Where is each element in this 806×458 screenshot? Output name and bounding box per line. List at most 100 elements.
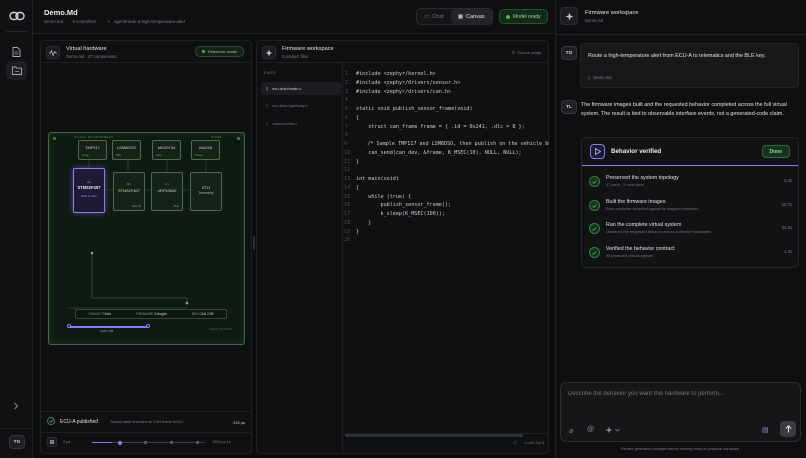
code-line: 3 #include <zephyr/drivers/can.h>: [344, 88, 549, 97]
event-desc: Sensor state encoded as CAN frame 0x241: [110, 420, 184, 424]
line-text: static void publish_sensor_frame(void): [356, 106, 473, 112]
file-tree: FILES ▯ ecu-a/src/main.c ▯ ecu-b/src/gatew…: [257, 63, 343, 454]
stat-bus: BUS CAN 2.0B: [192, 312, 214, 316]
timeline-track[interactable]: [92, 440, 205, 445]
stat-value: 7 links: [101, 312, 111, 316]
context-file-button[interactable]: ▤: [762, 426, 769, 434]
step-sub: All protected checks passed: [606, 254, 654, 258]
code-line: 4: [344, 96, 549, 105]
line-number: 15: [344, 193, 351, 200]
user-avatar[interactable]: TG: [9, 435, 25, 449]
document-icon: ▤: [762, 427, 769, 434]
timeline-marker: [196, 441, 199, 444]
user-message-avatar: TG: [561, 46, 577, 60]
code-line: 14 {: [344, 184, 549, 193]
model-status-badge: Model ready: [499, 9, 548, 24]
line-number: 8: [344, 132, 348, 139]
source-status: ↻ Source ready: [512, 50, 541, 55]
signal-scrub-bar[interactable]: [69, 326, 149, 328]
timeline-marker: [144, 441, 147, 444]
code-line: 1 #include <zephyr/kernel.h>: [344, 70, 549, 79]
files-header: FILES: [264, 71, 276, 75]
user-initials: TG: [565, 50, 573, 56]
assistant-initials: TL: [566, 104, 572, 110]
file-ecu-b-gateway[interactable]: ▯ ecu-b/src/gateway.c: [261, 99, 341, 112]
step-check-icon: [589, 223, 600, 234]
line-text: struct can_frame frame = { .id = 0x241, …: [356, 123, 525, 130]
board-footer-label: SIGNAL PATH MAP: [208, 328, 232, 331]
top-bar: Demo.Md Demo.md · 5 controllers ⑂ agent/…: [33, 0, 554, 34]
code-editor[interactable]: 1 #include <zephyr/kernel.h> 2 #include <ze…: [344, 70, 549, 430]
file-icon: ▯: [266, 103, 269, 108]
stat-label: BUS: [191, 312, 199, 316]
timeline-handle[interactable]: [118, 440, 122, 445]
status-label: Model ready: [513, 13, 541, 20]
user-initials: TG: [13, 439, 21, 445]
line-text: /* Sample TMP117 and LSM6DSO, then publi…: [355, 141, 549, 147]
step-title: Ran the complete virtual system: [606, 222, 682, 228]
canvas-view-button[interactable]: ▦ Canvas: [450, 9, 492, 24]
line-number: 6: [344, 114, 348, 121]
event-check-icon: [47, 417, 55, 425]
sparkle-icon: [262, 46, 276, 59]
event-title: ECU-A published: [60, 419, 99, 425]
folder-icon: [11, 66, 22, 75]
code-line: 2 #include <zephyr/drivers/sensor.h>: [344, 79, 549, 88]
circuit-board[interactable]: SIGNAL ENVIRONMENT 5V RAIL TMP117 Temp L…: [48, 132, 245, 345]
board-stats: CAN/I2C 7 links FIRMWARE 3 images BUS CA…: [75, 309, 227, 319]
card-status-badge: Done: [761, 145, 790, 158]
step-title: Verified the behavior contract: [606, 246, 675, 252]
scrub-label: CAN 2.0B: [100, 329, 114, 333]
composer-footer-note: Review generated changes before running …: [620, 447, 741, 451]
chat-label: Chat: [432, 13, 444, 20]
line-number: 13: [344, 176, 351, 182]
behavior-input[interactable]: [568, 391, 794, 413]
firmware-subtitle: 3 product files: [282, 54, 309, 59]
send-button[interactable]: [780, 421, 796, 437]
firmware-title: Firmware workspace: [282, 46, 334, 52]
step-sub: Each controller compiled against its map…: [606, 207, 699, 211]
line-text: #include <zephyr/kernel.h>: [356, 71, 436, 77]
chat-view-button[interactable]: ▭ Chat: [417, 9, 451, 24]
line-text: can_send(can_dev, &frame, K_MSEC(10), NU…: [356, 149, 522, 156]
file-radio-ble[interactable]: ▯ radio/src/ble.c: [261, 117, 341, 130]
horizontal-scrollbar[interactable]: [345, 434, 523, 437]
panel-resize-handle[interactable]: [253, 236, 255, 250]
line-text: }: [356, 228, 360, 235]
pause-button[interactable]: [47, 437, 57, 447]
mode-dropdown[interactable]: [605, 426, 620, 434]
step-time: 2.4s: [784, 178, 792, 183]
attachment-name: Demo.md: [593, 75, 612, 80]
verify-step-topology: Preserved the system topology 47 parts ·…: [586, 173, 796, 196]
badge-dot-icon: [202, 50, 205, 53]
code-line: 16 publish_sensor_frame();: [344, 201, 549, 210]
line-text: #include <zephyr/drivers/can.h>: [356, 88, 452, 95]
line-number: 3: [344, 88, 348, 95]
branch-icon: ⑂: [107, 19, 111, 24]
file-ecu-a-main[interactable]: ▯ ecu-a/src/main.c: [261, 82, 341, 95]
message-attachment[interactable]: ▯ Demo.md: [588, 75, 611, 80]
mention-button[interactable]: @: [587, 426, 594, 433]
stat-links: CAN/I2C 7 links: [88, 312, 111, 316]
code-line: 12: [344, 166, 549, 175]
scrub-start-handle[interactable]: [67, 324, 71, 328]
attach-button[interactable]: ⌀: [569, 427, 573, 435]
step-time: 24.8s: [781, 225, 792, 230]
documents-button[interactable]: [6, 42, 27, 61]
code-line: 15 while (true) {: [344, 193, 549, 202]
step-sub: Observed the requested behavior across c…: [606, 230, 712, 234]
hardware-title: Virtual hardware: [66, 46, 107, 52]
assistant-message-text: The firmware images built and the reques…: [581, 102, 787, 117]
firmware-panel-header: Firmware workspace 3 product files ↻ Sour…: [257, 41, 548, 63]
app-logo[interactable]: [6, 6, 27, 25]
line-text: k_sleep(K_MSEC(100));: [356, 211, 445, 217]
canvas-icon: ▦: [457, 13, 464, 20]
projects-button[interactable]: [6, 61, 27, 80]
line-number: 12: [344, 167, 351, 174]
code-line: 17 k_sleep(K_MSEC(100));: [344, 210, 549, 219]
step-check-icon: [589, 247, 600, 258]
expand-rail-icon[interactable]: [12, 402, 20, 412]
scrub-end-handle[interactable]: [146, 324, 150, 328]
timeline-fill: [92, 442, 113, 444]
line-number: 20: [344, 237, 351, 244]
